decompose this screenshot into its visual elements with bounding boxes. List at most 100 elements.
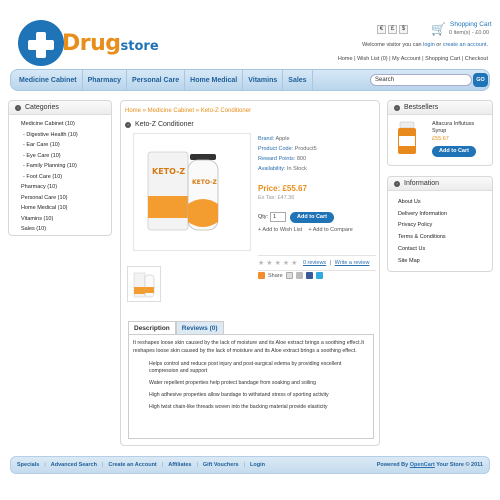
opencart-link[interactable]: OpenCart xyxy=(410,462,435,468)
footer-link-gift-vouchers[interactable]: Gift Vouchers xyxy=(203,462,239,468)
reward-points: Reward Points: 800 xyxy=(258,156,307,162)
description-bullet: Water repellent properties help protect … xyxy=(149,380,317,386)
bestsellers-box: › Bestsellers Altacura Influtuss Syrup £… xyxy=(387,100,493,166)
toplink-cart[interactable]: Shopping Cart xyxy=(425,56,460,62)
add-to-cart-button[interactable]: Add to Cart xyxy=(290,212,334,223)
bullet-icon: › xyxy=(394,104,400,111)
price-ex-tax: Ex Tax: £47.36 xyxy=(258,195,295,201)
information-link[interactable]: Terms & Conditions xyxy=(398,232,492,244)
search-input[interactable]: Search xyxy=(370,74,472,86)
toplink-wishlist[interactable]: Wish List (0) xyxy=(357,56,388,62)
tab-reviews[interactable]: Reviews (0) xyxy=(175,321,224,335)
nav-personal-care[interactable]: Personal Care xyxy=(127,70,186,90)
store-logo[interactable]: Drugstore xyxy=(18,18,159,68)
nav-home-medical[interactable]: Home Medical xyxy=(185,70,244,90)
category-item[interactable]: Pharmacy (10) xyxy=(21,182,111,193)
information-link[interactable]: Privacy Policy xyxy=(398,220,492,232)
product-code: Product Code: Product5 xyxy=(258,146,317,152)
nav-medicine-cabinet[interactable]: Medicine Cabinet xyxy=(11,70,83,90)
facebook-icon[interactable] xyxy=(305,272,313,279)
description-bullets: Helps control and reduce post injury and… xyxy=(133,361,369,411)
toplink-account[interactable]: My Account xyxy=(392,56,420,62)
footer-link-login[interactable]: Login xyxy=(250,462,265,468)
information-link[interactable]: Site Map xyxy=(398,256,492,268)
print-icon[interactable] xyxy=(295,272,303,279)
star-icon: ★ xyxy=(291,260,298,267)
breadcrumb[interactable]: Home » Medicine Cabinet » Keto-Z Conditi… xyxy=(125,108,251,114)
currency-switcher: € £ $ xyxy=(377,25,408,35)
category-item[interactable]: Personal Care (10) xyxy=(21,193,111,204)
currency-euro-button[interactable]: € xyxy=(377,25,386,34)
category-item[interactable]: - Foot Care (10) xyxy=(21,172,111,183)
star-icon: ★ xyxy=(266,260,273,267)
nav-pharmacy[interactable]: Pharmacy xyxy=(83,70,128,90)
category-item[interactable]: Sales (10) xyxy=(21,224,111,235)
cart-summary[interactable]: 0 item(s) - £0.00 xyxy=(449,30,489,36)
share-icon[interactable] xyxy=(258,272,265,279)
category-item[interactable]: Medicine Cabinet (10) xyxy=(21,119,111,130)
wish-compare-links: + Add to Wish List + Add to Compare xyxy=(258,227,353,233)
add-to-compare-link[interactable]: + Add to Compare xyxy=(308,227,353,233)
image-brand-text: KETO-Z xyxy=(192,179,218,186)
cross-logo-icon xyxy=(18,20,64,66)
bestseller-name[interactable]: Altacura Influtuss Syrup xyxy=(432,121,490,135)
tab-description[interactable]: Description xyxy=(128,321,176,335)
product-thumbnail[interactable] xyxy=(127,266,161,302)
category-item[interactable]: - Digestive Health (10) xyxy=(21,130,111,141)
category-item[interactable]: - Ear Care (10) xyxy=(21,140,111,151)
shopping-cart-icon[interactable]: 🛒 xyxy=(431,22,446,36)
footer-link-specials[interactable]: Specials xyxy=(17,462,39,468)
review-row: ★ ★ ★ ★ ★ 0 reviews | Write a review xyxy=(258,255,376,271)
information-link[interactable]: Delivery Information xyxy=(398,209,492,221)
footer-link-affiliates[interactable]: Affiliates xyxy=(168,462,191,468)
share-label[interactable]: Share xyxy=(268,273,283,279)
category-item[interactable]: - Eye Care (10) xyxy=(21,151,111,162)
toplink-checkout[interactable]: Checkout xyxy=(465,56,488,62)
information-header: › Information xyxy=(388,177,492,191)
description-intro: It reshapes loose skin caused by the lac… xyxy=(133,340,365,354)
product-main-image[interactable]: KETO-Z KETO-Z xyxy=(133,133,251,251)
search-go-button[interactable]: GO xyxy=(473,73,488,87)
bestseller-image[interactable] xyxy=(394,120,420,156)
product-box: Home » Medicine Cabinet » Keto-Z Conditi… xyxy=(120,100,380,446)
footer-link-create-account[interactable]: Create an Account xyxy=(108,462,156,468)
bestseller-add-to-cart-button[interactable]: Add to Cart xyxy=(432,146,476,157)
email-icon[interactable] xyxy=(285,272,293,279)
currency-dollar-button[interactable]: $ xyxy=(399,25,408,34)
bullet-icon: › xyxy=(125,121,131,128)
star-icon: ★ xyxy=(274,260,281,267)
category-item[interactable]: Home Medical (10) xyxy=(21,203,111,214)
nav-sales[interactable]: Sales xyxy=(283,70,313,90)
powered-by: Powered By OpenCart Your Store © 2011 xyxy=(376,462,483,468)
information-box: › Information About Us Delivery Informati… xyxy=(387,176,493,272)
quantity-input[interactable]: 1 xyxy=(270,212,286,222)
star-icon: ★ xyxy=(282,260,290,267)
nav-vitamins[interactable]: Vitamins xyxy=(243,70,284,90)
information-link[interactable]: Contact Us xyxy=(398,244,492,256)
footer-link-advanced-search[interactable]: Advanced Search xyxy=(51,462,97,468)
qty-label: Qty: xyxy=(258,214,269,220)
information-list: About Us Delivery Information Privacy Poli… xyxy=(388,191,492,267)
footer: Specials | Advanced Search | Create an Acc… xyxy=(10,456,490,474)
information-link[interactable]: About Us xyxy=(398,197,492,209)
create-account-link[interactable]: create an account xyxy=(443,42,487,48)
currency-pound-button[interactable]: £ xyxy=(388,25,397,34)
twitter-icon[interactable] xyxy=(315,272,323,279)
star-icon: ★ xyxy=(258,260,265,267)
write-review-link[interactable]: Write a review xyxy=(335,260,370,266)
category-list: Medicine Cabinet (10) - Digestive Health … xyxy=(9,115,111,235)
add-to-wishlist-link[interactable]: + Add to Wish List xyxy=(258,227,302,233)
category-item[interactable]: Vitamins (10) xyxy=(21,214,111,225)
description-bullet: Helps control and reduce post injury and… xyxy=(149,361,342,374)
description-panel: It reshapes loose skin caused by the lac… xyxy=(128,334,374,439)
image-brand-text: KETO-Z xyxy=(152,167,185,176)
cart-title[interactable]: Shopping Cart xyxy=(450,21,492,28)
login-link[interactable]: login xyxy=(423,42,435,48)
reviews-count-link[interactable]: 0 reviews xyxy=(303,260,326,266)
welcome-message: Welcome visitor you can login or create … xyxy=(362,42,488,48)
bestsellers-header: › Bestsellers xyxy=(388,101,492,115)
toplink-home[interactable]: Home xyxy=(338,56,353,62)
category-item[interactable]: - Family Planning (10) xyxy=(21,161,111,172)
availability: Availability: In Stock xyxy=(258,166,307,172)
top-links: Home | Wish List (0) | My Account | Shop… xyxy=(337,56,488,62)
